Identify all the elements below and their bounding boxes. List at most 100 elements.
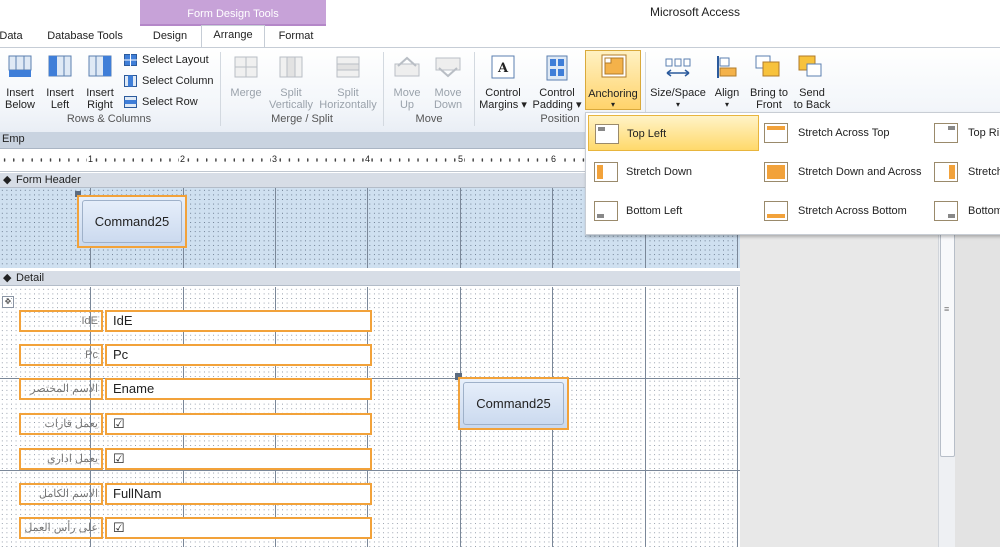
- anchor-stretch-down-right-icon: [934, 162, 958, 182]
- scrollbar-thumb[interactable]: ≡: [940, 225, 955, 457]
- anchoring-item-label: Top Ri: [968, 127, 1000, 139]
- anchoring-top-left[interactable]: Top Left: [588, 115, 759, 151]
- select-layout-icon: [124, 54, 137, 66]
- size-space-icon: [665, 58, 691, 77]
- ruler-number: 6: [550, 154, 558, 164]
- anchor-stretch-down-across-icon: [764, 162, 788, 182]
- anchoring-stretch-across-top[interactable]: Stretch Across Top: [760, 115, 932, 151]
- select-column-button[interactable]: Select Column: [124, 74, 216, 90]
- control-margins-label-1: Control: [485, 87, 521, 99]
- anchoring-item-label: Stretch: [968, 166, 1000, 178]
- move-down-label-2: Down: [433, 99, 463, 111]
- control-margins-label-2: Margins ▾: [479, 99, 527, 111]
- anchoring-stretch-down[interactable]: Stretch Down: [588, 154, 759, 190]
- anchoring-item-label: Stretch Across Bottom: [798, 205, 907, 217]
- field-checkbox[interactable]: ☑: [105, 448, 372, 470]
- field-label[interactable]: Pc: [19, 344, 103, 366]
- tab-format[interactable]: Format: [268, 27, 324, 48]
- field-label[interactable]: IdE: [19, 310, 103, 332]
- grid-line: [552, 188, 553, 268]
- anchoring-stretch-across-bottom[interactable]: Stretch Across Bottom: [760, 193, 932, 229]
- field-checkbox[interactable]: ☑: [105, 413, 372, 435]
- insert-below-label-1: Insert: [6, 87, 34, 99]
- anchoring-item-label: Stretch Down: [626, 166, 693, 178]
- field-label[interactable]: الاسم الكامل: [19, 483, 103, 505]
- split-horizontally-button[interactable]: Split Horizontally: [316, 53, 380, 113]
- insert-right-button[interactable]: Insert Right: [82, 53, 118, 113]
- send-to-back-icon: [798, 55, 822, 77]
- insert-left-label-1: Insert: [46, 87, 74, 99]
- insert-left-button[interactable]: Insert Left: [42, 53, 78, 113]
- move-down-label-1: Move: [434, 87, 462, 99]
- bring-to-front-label-1: Bring to: [750, 87, 788, 99]
- document-tab[interactable]: Emp: [2, 133, 25, 145]
- insert-below-button[interactable]: Insert Below: [2, 53, 38, 113]
- size-space-label-1: Size/Space: [650, 87, 706, 99]
- control-margins-button[interactable]: A Control Margins ▾: [478, 53, 528, 113]
- anchor-stretch-across-bottom-icon: [764, 201, 788, 221]
- align-button[interactable]: Align ▾: [710, 53, 744, 113]
- group-separator: [220, 52, 221, 126]
- layout-selector-icon[interactable]: ✥: [2, 296, 14, 308]
- insert-right-label-2: Right: [87, 99, 113, 111]
- align-label-2: ▾: [724, 100, 729, 109]
- field-textbox-pc[interactable]: Pc: [105, 344, 372, 366]
- select-layout-label: Select Layout: [142, 54, 209, 66]
- control-padding-button[interactable]: Control Padding ▾: [530, 53, 584, 113]
- split-vertically-button[interactable]: Split Vertically: [266, 53, 316, 113]
- tab-database-tools[interactable]: Database Tools: [38, 27, 132, 48]
- ruler-number: 1: [87, 154, 95, 164]
- anchoring-item-label: Bottom Left: [626, 205, 683, 217]
- field-label[interactable]: الاسم المختصر: [19, 378, 103, 400]
- svg-text:A: A: [497, 61, 509, 76]
- send-to-back-button[interactable]: Send to Back: [792, 53, 832, 113]
- move-up-button[interactable]: Move Up: [388, 53, 426, 113]
- grid-line: [367, 188, 368, 268]
- field-textbox-fullnam[interactable]: FullNam: [105, 483, 372, 505]
- field-checkbox[interactable]: ☑: [105, 517, 372, 539]
- tab-data[interactable]: Data: [0, 27, 26, 48]
- split-vertically-icon: [279, 56, 303, 78]
- anchoring-stretch-down-right[interactable]: Stretch: [932, 154, 1000, 190]
- field-label[interactable]: على رأس العمل: [19, 517, 103, 539]
- merge-icon: [234, 56, 258, 78]
- app-title: Microsoft Access: [649, 5, 741, 19]
- ruler-number: 4: [364, 154, 372, 164]
- field-textbox-ename[interactable]: Ename: [105, 378, 372, 400]
- field-label[interactable]: يعمل اداري: [19, 448, 103, 470]
- insert-right-label-1: Insert: [86, 87, 114, 99]
- detail-command-button[interactable]: Command25: [458, 377, 569, 430]
- header-command-button[interactable]: Command25: [77, 195, 187, 248]
- select-row-label: Select Row: [142, 96, 198, 108]
- select-row-button[interactable]: Select Row: [124, 95, 216, 111]
- send-to-back-label-1: Send: [799, 87, 825, 99]
- ruler-number: 2: [179, 154, 187, 164]
- insert-left-label-2: Left: [50, 99, 70, 111]
- group-separator: [383, 52, 384, 126]
- align-label-1: Align: [714, 87, 740, 99]
- tab-design[interactable]: Design: [142, 27, 198, 48]
- group-label-rows-columns: Rows & Columns: [66, 113, 152, 125]
- anchoring-bottom-right[interactable]: Bottom: [932, 193, 1000, 229]
- size-space-label-2: ▾: [675, 100, 680, 109]
- anchor-stretch-across-top-icon: [764, 123, 788, 143]
- side-panel-edge: [955, 188, 1000, 547]
- split-horizontally-label-1: Split: [337, 87, 359, 99]
- grid-line: [275, 188, 276, 268]
- anchoring-bottom-left[interactable]: Bottom Left: [588, 193, 759, 229]
- select-layout-button[interactable]: Select Layout: [124, 53, 216, 69]
- anchoring-stretch-down-and-across[interactable]: Stretch Down and Across: [760, 154, 932, 190]
- anchoring-button[interactable]: Anchoring ▾: [585, 50, 641, 110]
- canvas-background: [740, 188, 940, 547]
- tab-arrange[interactable]: Arrange: [201, 25, 265, 49]
- field-label[interactable]: يعمل قارات: [19, 413, 103, 435]
- grid-line: [645, 287, 646, 547]
- bring-to-front-button[interactable]: Bring to Front: [746, 53, 792, 113]
- move-up-icon: [394, 56, 420, 77]
- size-space-button[interactable]: Size/Space ▾: [650, 53, 706, 113]
- merge-button[interactable]: Merge: [226, 53, 266, 113]
- anchoring-top-right[interactable]: Top Ri: [932, 115, 1000, 151]
- move-down-button[interactable]: Move Down: [428, 53, 468, 113]
- field-textbox-ide[interactable]: IdE: [105, 310, 372, 332]
- control-margins-icon: A: [491, 55, 515, 79]
